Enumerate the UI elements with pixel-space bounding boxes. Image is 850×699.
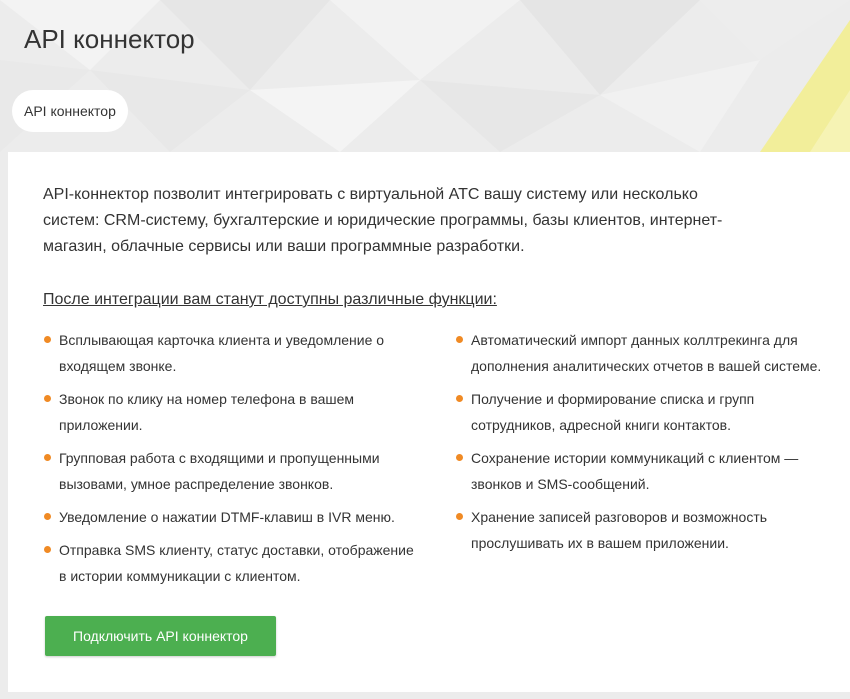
list-item: Всплывающая карточка клиента и уведомлен… — [44, 327, 424, 379]
page-title: API коннектор — [24, 24, 195, 54]
feature-text: Уведомление о нажатии DTMF-клавиш в IVR … — [59, 509, 395, 525]
list-item: Хранение записей разговоров и возможност… — [456, 504, 836, 556]
bullet-icon — [44, 454, 51, 461]
list-item: Отправка SMS клиенту, статус доставки, о… — [44, 537, 424, 589]
list-item: Получение и формирование списка и групп … — [456, 386, 836, 438]
breadcrumb[interactable]: API коннектор — [12, 90, 128, 132]
feature-text: Автоматический импорт данных коллтрекинг… — [471, 332, 822, 374]
feature-text: Хранение записей разговоров и возможност… — [471, 509, 768, 551]
bullet-icon — [44, 395, 51, 402]
feature-text: Звонок по клику на номер телефона в ваше… — [59, 391, 355, 433]
list-item: Сохранение истории коммуникаций с клиент… — [456, 445, 836, 497]
list-item: Звонок по клику на номер телефона в ваше… — [44, 386, 424, 438]
features-heading: После интеграции вам станут доступны раз… — [43, 291, 497, 308]
bullet-icon — [44, 546, 51, 553]
feature-text: Получение и формирование списка и групп … — [471, 391, 755, 433]
bullet-icon — [456, 513, 463, 520]
feature-text: Всплывающая карточка клиента и уведомлен… — [59, 332, 385, 374]
connect-api-button[interactable]: Подключить API коннектор — [45, 616, 276, 656]
list-item: Уведомление о нажатии DTMF-клавиш в IVR … — [44, 504, 424, 530]
intro-text: API-коннектор позволит интегрировать с в… — [43, 186, 723, 255]
content-card: API-коннектор позволит интегрировать с в… — [8, 152, 850, 692]
feature-text: Отправка SMS клиенту, статус доставки, о… — [59, 542, 414, 584]
list-item: Групповая работа с входящими и пропущенн… — [44, 445, 424, 497]
features-list-right: Автоматический импорт данных коллтрекинг… — [456, 327, 836, 563]
bullet-icon — [44, 513, 51, 520]
feature-text: Групповая работа с входящими и пропущенн… — [59, 450, 380, 492]
bullet-icon — [44, 336, 51, 343]
breadcrumb-label: API коннектор — [24, 103, 116, 119]
features-list-left: Всплывающая карточка клиента и уведомлен… — [44, 327, 424, 596]
list-item: Автоматический импорт данных коллтрекинг… — [456, 327, 836, 379]
feature-text: Сохранение истории коммуникаций с клиент… — [471, 450, 799, 492]
bullet-icon — [456, 336, 463, 343]
bullet-icon — [456, 395, 463, 402]
bullet-icon — [456, 454, 463, 461]
